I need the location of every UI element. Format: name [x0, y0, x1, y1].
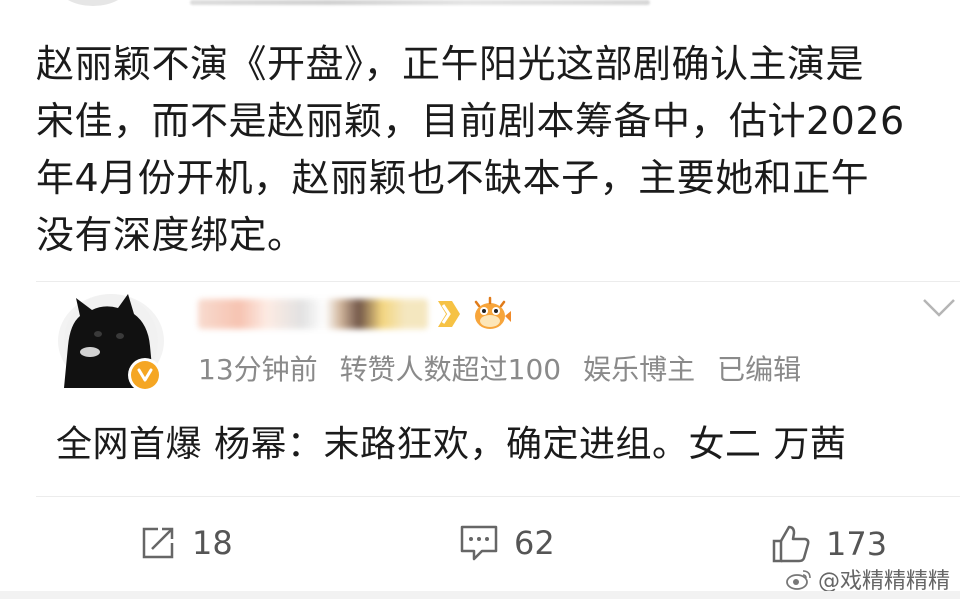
blurred-username	[198, 299, 428, 329]
divider	[36, 281, 960, 282]
post-line: 没有深度绑定。	[36, 213, 306, 257]
comment-meta: 13分钟前 转赞人数超过100 娱乐博主 已编辑	[198, 350, 801, 390]
author-role: 娱乐博主	[583, 353, 696, 386]
blurred-header-fragment	[190, 0, 650, 5]
repost-icon	[142, 527, 174, 559]
thumbs-up-icon	[772, 525, 810, 563]
divider	[36, 496, 960, 497]
previous-post-fragment	[0, 0, 960, 12]
post-line: 年4月份开机，赵丽颖也不缺本子，主要她和正午	[36, 156, 870, 200]
avatar-fragment	[58, 0, 128, 6]
comment-button[interactable]: 62	[458, 523, 555, 563]
comment-icon	[460, 525, 498, 561]
bottom-band	[0, 591, 960, 599]
post-body: 赵丽颖不演《开盘》，正午阳光这部剧确认主演是 宋佳，而不是赵丽颖，目前剧本筹备中…	[36, 36, 946, 264]
pufferfish-badge-icon	[474, 296, 511, 329]
level-badge-icon	[438, 301, 460, 327]
weibo-logo-icon	[786, 570, 811, 590]
comment-time: 13分钟前	[198, 353, 318, 386]
edited-label: 已编辑	[717, 353, 802, 386]
verified-badge-icon	[128, 358, 162, 392]
chevron-down-icon[interactable]	[922, 298, 956, 318]
repost-button[interactable]: 18	[138, 523, 233, 563]
repost-count: 18	[192, 524, 233, 562]
comment-author[interactable]	[198, 294, 512, 334]
like-count: 173	[826, 525, 888, 563]
like-button[interactable]: 173	[770, 523, 887, 565]
post-line: 宋佳，而不是赵丽颖，目前剧本筹备中，估计2026	[36, 99, 905, 143]
comment-text: 全网首爆 杨幂：末路狂欢，确定进组。女二 万茜	[56, 424, 847, 465]
comment-count: 62	[514, 524, 555, 562]
reposts-note: 转赞人数超过100	[339, 353, 562, 386]
post-line: 赵丽颖不演《开盘》，正午阳光这部剧确认主演是	[36, 42, 865, 86]
